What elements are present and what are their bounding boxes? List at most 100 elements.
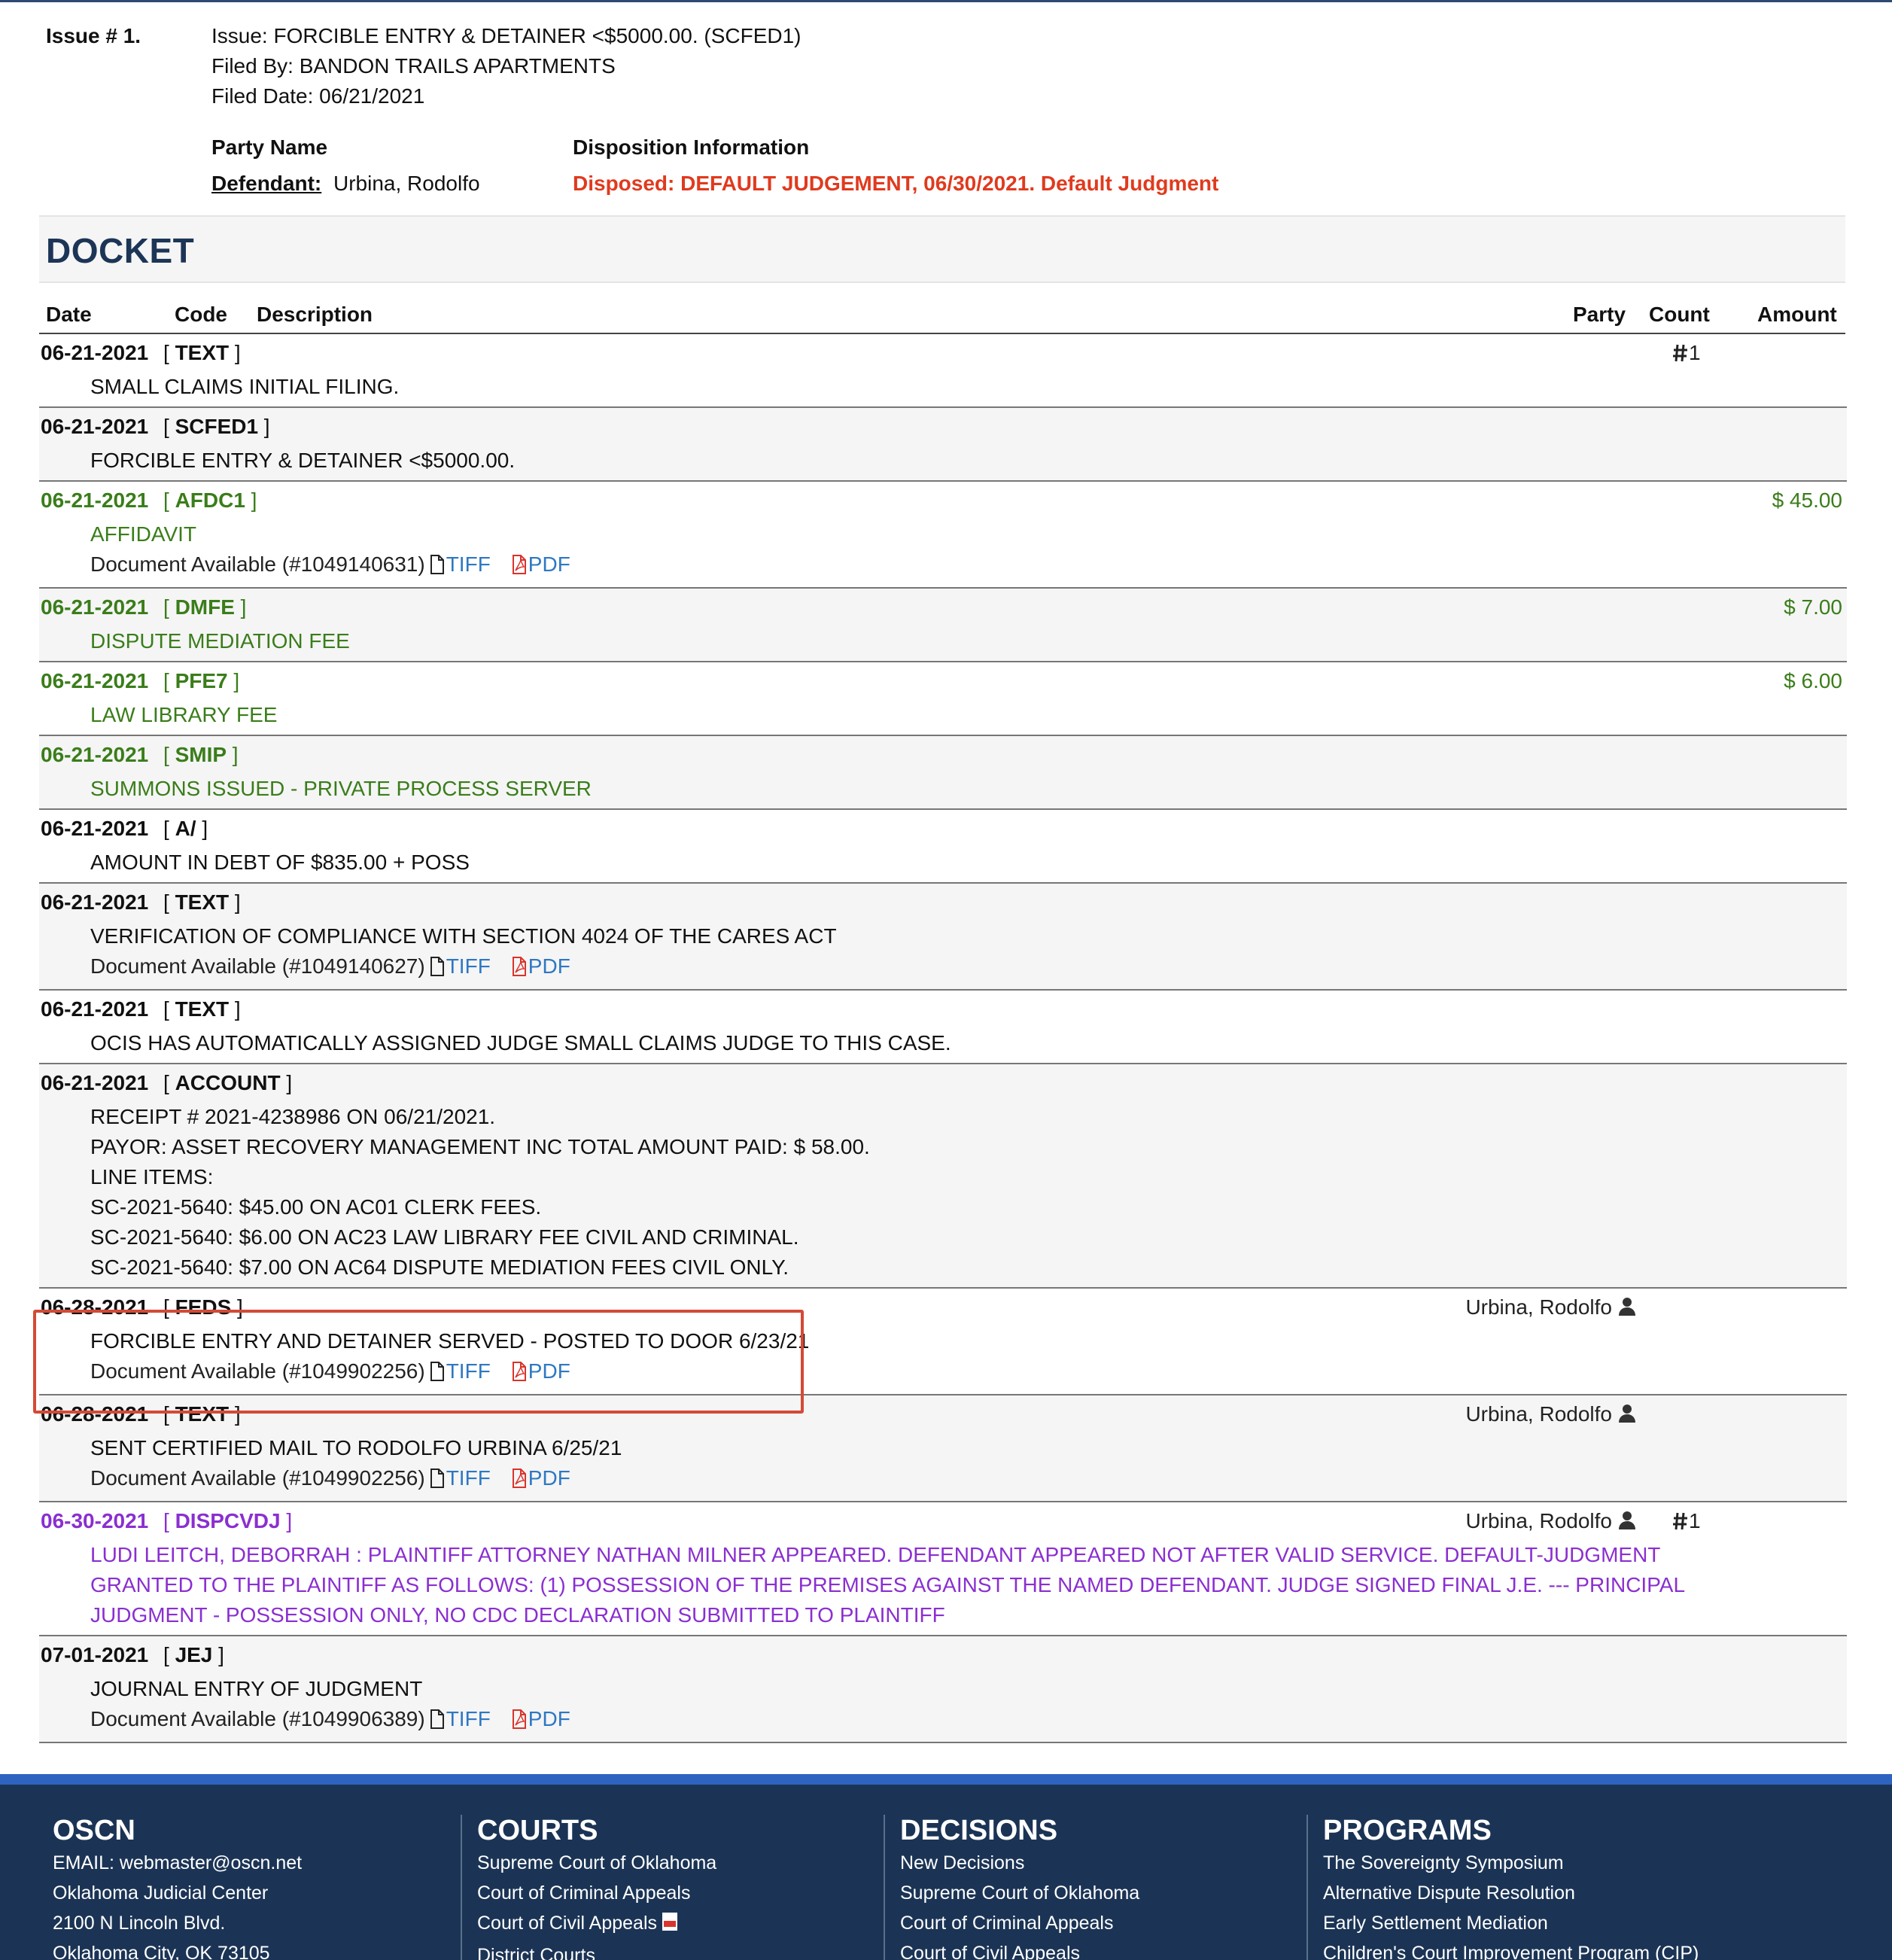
footer-column-title: OSCN <box>53 1815 135 1846</box>
party-name: Urbina, Rodolfo <box>1465 1295 1612 1319</box>
description-line: LUDI LEITCH, DEBORRAH : PLAINTIFF ATTORN… <box>90 1543 1685 1627</box>
footer-link[interactable]: Supreme Court of Oklahoma <box>477 1848 716 1878</box>
footer-link[interactable]: Supreme Court of Oklahoma <box>900 1878 1139 1908</box>
issue-label: Issue # 1. <box>46 24 141 47</box>
tiff-link[interactable]: TIFF <box>446 954 491 978</box>
defendant-name: Urbina, Rodolfo <box>333 172 480 195</box>
entry-amount: $ 45.00 <box>1772 488 1842 512</box>
tiff-link[interactable]: TIFF <box>446 1359 491 1383</box>
entry-code: [ SCFED1 ] <box>163 415 270 438</box>
description-line: SMALL CLAIMS INITIAL FILING. <box>90 375 400 398</box>
entry-party[interactable]: Urbina, Rodolfo <box>1465 1395 1636 1435</box>
tiff-link[interactable]: TIFF <box>446 552 491 576</box>
pdf-link[interactable]: PDF <box>528 552 570 576</box>
description-line: FORCIBLE ENTRY & DETAINER <$5000.00. <box>90 449 516 472</box>
footer-link[interactable]: Court of Civil Appeals <box>477 1908 716 1940</box>
description-line: FORCIBLE ENTRY AND DETAINER SERVED - POS… <box>90 1329 810 1353</box>
col-date: Date <box>46 303 92 326</box>
entry-description: OCIS HAS AUTOMATICALLY ASSIGNED JUDGE SM… <box>39 1028 1847 1058</box>
entry-date: 06-28-2021 <box>41 1402 149 1426</box>
footer-link: Oklahoma City, OK 73105 <box>53 1943 270 1960</box>
person-icon <box>1618 1291 1636 1328</box>
footer-column-courts: COURTS Supreme Court of Oklahoma Court of … <box>477 1815 716 1960</box>
footer-divider <box>884 1815 885 1960</box>
entry-header: 06-21-2021 [ DMFE ] $ 7.00 <box>39 589 1847 626</box>
footer-divider <box>1306 1815 1308 1960</box>
description-line: LAW LIBRARY FEE <box>90 703 278 726</box>
pdf-icon <box>512 1359 527 1389</box>
top-rule <box>0 0 1892 2</box>
tiff-link[interactable]: TIFF <box>446 1707 491 1730</box>
party-name: Urbina, Rodolfo <box>1465 1509 1612 1532</box>
footer-link[interactable]: Early Settlement Mediation <box>1323 1908 1699 1938</box>
pdf-link[interactable]: PDF <box>528 1466 570 1490</box>
entry-code: [ JEJ ] <box>163 1643 224 1666</box>
count-value: 1 <box>1689 341 1701 364</box>
pdf-icon <box>512 954 527 985</box>
entry-date: 06-21-2021 <box>41 488 149 512</box>
docket-column-headers: Date Code Description Party Count Amount <box>39 300 1845 334</box>
footer-link[interactable]: Court of Criminal Appeals <box>900 1908 1139 1938</box>
col-code: Code <box>175 303 227 326</box>
footer-link[interactable]: Court of Civil Appeals <box>900 1938 1139 1960</box>
footer-link[interactable]: Court of Criminal Appeals <box>477 1878 716 1908</box>
description-line: SC-2021-5640: $45.00 ON AC01 CLERK FEES. <box>90 1195 542 1219</box>
col-party: Party <box>1573 303 1626 326</box>
footer-link[interactable]: Children's Court Improvement Program (CI… <box>1323 1938 1699 1960</box>
entry-date: 06-21-2021 <box>41 669 149 692</box>
pdf-link[interactable]: PDF <box>528 1707 570 1730</box>
description-line: SC-2021-5640: $7.00 ON AC64 DISPUTE MEDI… <box>90 1255 789 1279</box>
footer-link[interactable]: Alternative Dispute Resolution <box>1323 1878 1699 1908</box>
pdf-link[interactable]: PDF <box>528 1359 570 1383</box>
entry-code: [ DISPCVDJ ] <box>163 1509 293 1532</box>
entry-count: 1 <box>1672 334 1701 375</box>
footer-link[interactable]: District Courts <box>477 1940 716 1960</box>
footer-link: EMAIL: webmaster@oscn.net <box>53 1852 303 1873</box>
entry-header: 06-21-2021 [ A/ ] <box>39 810 1847 848</box>
footer-link[interactable]: New Decisions <box>900 1848 1139 1878</box>
document-available-line: Document Available (#1049906389) TIFF PDF <box>90 1704 1847 1737</box>
pdf-icon <box>662 1910 678 1940</box>
entry-header: 06-21-2021 [ SMIP ] <box>39 736 1847 774</box>
docket-entry: 06-21-2021 [ SCFED1 ] FORCIBLE ENTRY & DET… <box>39 408 1847 482</box>
entry-date: 06-28-2021 <box>41 1295 149 1319</box>
hash-icon <box>1672 337 1689 375</box>
description-line: JOURNAL ENTRY OF JUDGMENT <box>90 1677 423 1700</box>
entry-party[interactable]: Urbina, Rodolfo <box>1465 1289 1636 1328</box>
description-line: LINE ITEMS: <box>90 1165 214 1188</box>
entry-date: 06-21-2021 <box>41 743 149 766</box>
description-line: RECEIPT # 2021-4238986 ON 06/21/2021. <box>90 1105 496 1128</box>
docket-entry: 06-21-2021 [ TEXT ] 1 SMALL CLAIMS INITIAL … <box>39 334 1847 408</box>
entry-date: 06-21-2021 <box>41 997 149 1021</box>
entry-description: JOURNAL ENTRY OF JUDGMENT Document Availa… <box>39 1674 1847 1737</box>
document-available-line: Document Available (#1049902256) TIFF PDF <box>90 1463 1847 1496</box>
docket-entry: 06-21-2021 [ ACCOUNT ] RECEIPT # 2021-4238… <box>39 1064 1847 1289</box>
file-icon <box>430 552 445 583</box>
docket-entry: 06-21-2021 [ TEXT ] VERIFICATION OF COMPLI… <box>39 884 1847 991</box>
entry-header: 06-21-2021 [ TEXT ] 1 <box>39 334 1847 372</box>
tiff-link[interactable]: TIFF <box>446 1466 491 1490</box>
entry-description: SMALL CLAIMS INITIAL FILING. <box>39 372 1847 402</box>
entry-header: 06-21-2021 [ TEXT ] <box>39 884 1847 921</box>
party-name: Urbina, Rodolfo <box>1465 1402 1612 1426</box>
pdf-link[interactable]: PDF <box>528 954 570 978</box>
docket-entry: 06-21-2021 [ TEXT ] OCIS HAS AUTOMATICALLY… <box>39 991 1847 1064</box>
file-icon <box>430 1466 445 1496</box>
entry-amount: $ 6.00 <box>1784 669 1842 692</box>
document-id-text: Document Available (#1049140627) <box>90 954 425 978</box>
entry-code: [ FEDS ] <box>163 1295 243 1319</box>
footer-link[interactable]: The Sovereignty Symposium <box>1323 1848 1699 1878</box>
entry-code: [ TEXT ] <box>163 890 241 914</box>
entry-code: [ TEXT ] <box>163 997 241 1021</box>
entry-description: RECEIPT # 2021-4238986 ON 06/21/2021. PAY… <box>39 1102 1847 1283</box>
entry-date: 06-21-2021 <box>41 890 149 914</box>
entry-date: 06-21-2021 <box>41 415 149 438</box>
disposition-header: Disposition Information <box>573 135 810 159</box>
entry-code: [ SMIP ] <box>163 743 239 766</box>
footer-column-title: COURTS <box>477 1815 598 1846</box>
footer-link: Oklahoma Judicial Center <box>53 1882 269 1904</box>
entry-party[interactable]: Urbina, Rodolfo <box>1465 1502 1636 1542</box>
entry-code: [ ACCOUNT ] <box>163 1071 293 1094</box>
issue-text: Issue: FORCIBLE ENTRY & DETAINER <$5000.… <box>211 24 802 47</box>
entry-description: FORCIBLE ENTRY & DETAINER <$5000.00. <box>39 446 1847 476</box>
